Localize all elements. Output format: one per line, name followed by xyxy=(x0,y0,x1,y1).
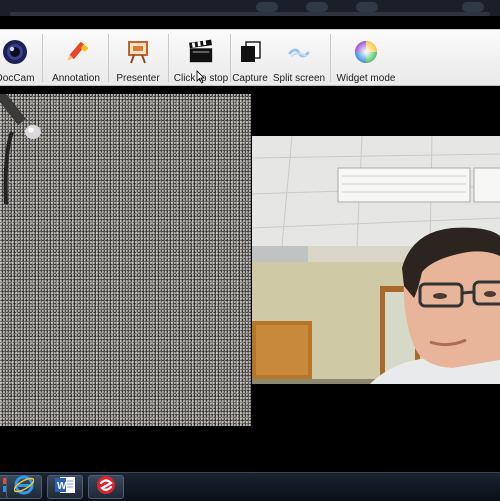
split-screen-icon xyxy=(286,39,312,65)
capture-icon xyxy=(237,39,263,65)
word-icon: W xyxy=(54,475,76,500)
split-screen-button[interactable]: Split screen xyxy=(272,30,326,86)
top-window-strip xyxy=(0,0,500,16)
doccam-button[interactable]: DocCam xyxy=(0,30,34,86)
main-toolbar: DocCam Annotation Presenter xyxy=(0,29,500,86)
toolbar-separator xyxy=(330,34,331,82)
window-control-ghost xyxy=(356,2,378,12)
taskbar: W xyxy=(0,472,500,501)
toolbar-separator xyxy=(42,34,43,82)
app-red-swirl-icon xyxy=(96,475,116,500)
camera-arm-image xyxy=(0,94,41,205)
color-wheel-icon xyxy=(353,39,379,65)
annotation-button[interactable]: Annotation xyxy=(48,30,104,86)
capture-label: Capture xyxy=(232,73,268,84)
taskbar-app-red-swirl[interactable] xyxy=(88,475,124,499)
presenter-button[interactable]: Presenter xyxy=(114,30,162,86)
widget-mode-button[interactable]: Widget mode xyxy=(336,30,396,86)
toolbar-separator xyxy=(108,34,109,82)
svg-text:W: W xyxy=(57,481,67,492)
clapperboard-icon xyxy=(188,39,214,65)
doccam-label: DocCam xyxy=(0,73,35,84)
taskbar-app-word[interactable]: W xyxy=(47,475,83,499)
title-bar-edge xyxy=(10,12,490,16)
toolbar-separator xyxy=(168,34,169,82)
mouse-cursor-icon xyxy=(195,70,205,89)
split-screen-label: Split screen xyxy=(272,73,326,84)
window-control-ghost xyxy=(256,2,278,12)
doccam-video-feed xyxy=(0,94,251,426)
pencil-icon xyxy=(63,39,89,65)
taskbar-app-internet-explorer[interactable] xyxy=(6,475,42,499)
capture-button[interactable]: Capture xyxy=(232,30,268,86)
webcam-scene-image xyxy=(252,136,500,384)
toolbar-separator xyxy=(230,34,231,82)
window-control-ghost xyxy=(462,2,484,12)
webcam-video-feed xyxy=(252,136,500,384)
webcam-icon xyxy=(2,39,28,65)
annotation-label: Annotation xyxy=(52,73,100,84)
internet-explorer-icon xyxy=(13,475,35,500)
widget-mode-label: Widget mode xyxy=(336,73,396,84)
window-control-ghost xyxy=(306,2,328,12)
presenter-label: Presenter xyxy=(116,73,160,84)
presenter-easel-icon xyxy=(125,39,151,65)
